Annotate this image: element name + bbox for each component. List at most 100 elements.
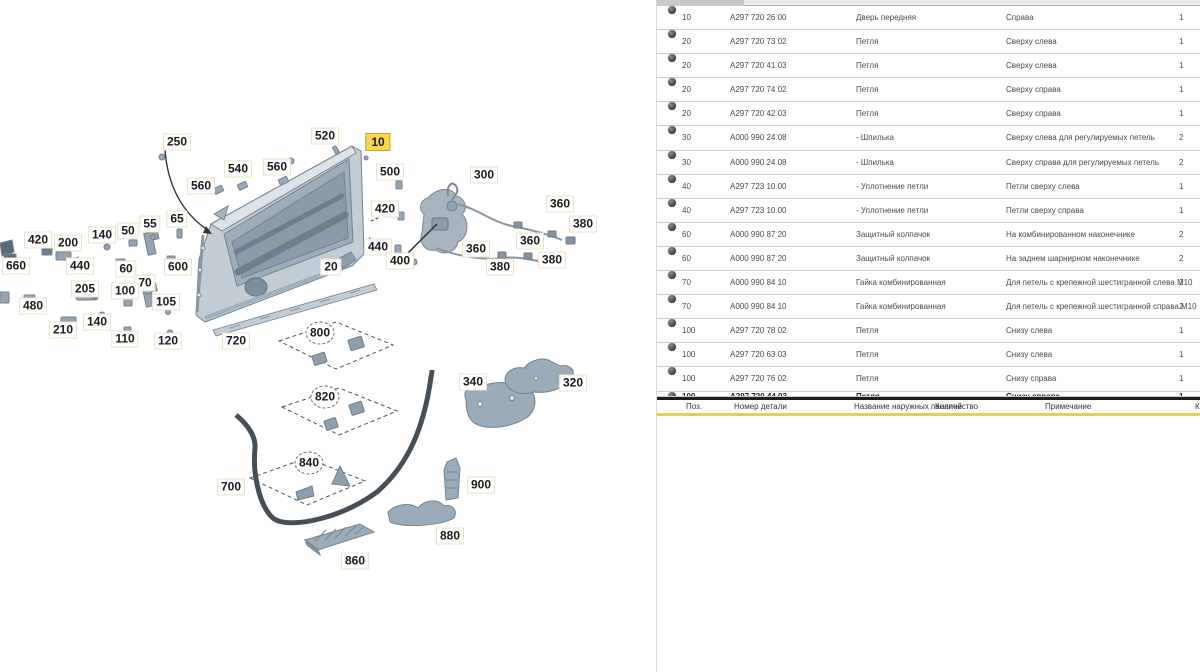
callout-205[interactable]: 205 bbox=[71, 281, 99, 298]
callout-380[interactable]: 380 bbox=[486, 259, 514, 276]
parts-list-panel: 10A297 720 26 00Дверь передняяСправа120A… bbox=[656, 0, 1200, 672]
column-header: Номер детали bbox=[734, 402, 787, 411]
callout-105[interactable]: 105 bbox=[152, 294, 180, 311]
callout-360[interactable]: 360 bbox=[462, 241, 490, 258]
table-row[interactable]: 20A297 720 74 02ПетляСверху справа1 bbox=[657, 78, 1200, 102]
callout-360[interactable]: 360 bbox=[516, 233, 544, 250]
part-quantity: 1 bbox=[1179, 6, 1183, 30]
callout-100[interactable]: 100 bbox=[111, 283, 139, 300]
position-marker-icon[interactable] bbox=[668, 78, 676, 86]
position-marker-icon[interactable] bbox=[668, 126, 676, 134]
row-position: 30 bbox=[682, 126, 691, 150]
callout-50[interactable]: 50 bbox=[117, 223, 138, 240]
callout-840[interactable]: 840 bbox=[295, 452, 324, 475]
callout-660[interactable]: 660 bbox=[2, 258, 30, 275]
callout-440[interactable]: 440 bbox=[66, 258, 94, 275]
position-marker-icon[interactable] bbox=[668, 199, 676, 207]
callout-300[interactable]: 300 bbox=[470, 167, 498, 184]
callout-55[interactable]: 55 bbox=[139, 216, 160, 233]
callout-520[interactable]: 520 bbox=[311, 128, 339, 145]
callout-65[interactable]: 65 bbox=[166, 211, 187, 228]
callout-210[interactable]: 210 bbox=[49, 322, 77, 339]
position-marker-icon[interactable] bbox=[668, 175, 676, 183]
callout-140[interactable]: 140 bbox=[83, 314, 111, 331]
callout-380[interactable]: 380 bbox=[569, 216, 597, 233]
callout-400[interactable]: 400 bbox=[386, 253, 414, 270]
position-marker-icon[interactable] bbox=[668, 30, 676, 38]
row-position: 100 bbox=[682, 343, 695, 367]
part-quantity: 1 bbox=[1179, 199, 1183, 223]
table-row[interactable]: 10A297 720 26 00Дверь передняяСправа1 bbox=[657, 6, 1200, 30]
callout-420[interactable]: 420 bbox=[24, 232, 52, 249]
callout-560[interactable]: 560 bbox=[263, 159, 291, 176]
table-row[interactable]: 30A000 990 24 08- ШпилькаСверху слева дл… bbox=[657, 126, 1200, 150]
position-marker-icon[interactable] bbox=[668, 343, 676, 351]
callout-480[interactable]: 480 bbox=[19, 298, 47, 315]
callout-340[interactable]: 340 bbox=[459, 374, 487, 391]
part-number: A297 723 10 00 bbox=[730, 199, 787, 223]
row-position: 100 bbox=[682, 392, 695, 397]
callout-880[interactable]: 880 bbox=[436, 528, 464, 545]
position-marker-icon[interactable] bbox=[668, 319, 676, 327]
callout-380[interactable]: 380 bbox=[538, 252, 566, 269]
callout-600[interactable]: 600 bbox=[164, 259, 192, 276]
callout-540[interactable]: 540 bbox=[224, 161, 252, 178]
callout-360[interactable]: 360 bbox=[546, 196, 574, 213]
callout-140[interactable]: 140 bbox=[88, 227, 116, 244]
table-row[interactable]: 100A297 720 78 02ПетляСнизу слева1 bbox=[657, 319, 1200, 343]
table-row[interactable]: 40A297 723 10 00- Уплотнение петлиПетли … bbox=[657, 199, 1200, 223]
position-marker-icon[interactable] bbox=[668, 367, 676, 375]
part-name: - Уплотнение петли bbox=[856, 175, 928, 199]
row-position: 10 bbox=[682, 6, 691, 30]
parts-table-body: 10A297 720 26 00Дверь передняяСправа120A… bbox=[657, 6, 1200, 397]
callout-820[interactable]: 820 bbox=[311, 386, 340, 409]
callout-200[interactable]: 200 bbox=[54, 235, 82, 252]
callout-720[interactable]: 720 bbox=[222, 333, 250, 350]
position-marker-icon[interactable] bbox=[668, 102, 676, 110]
part-note: Снизу справа bbox=[1006, 392, 1060, 397]
table-row[interactable]: 40A297 723 10 00- Уплотнение петлиПетли … bbox=[657, 175, 1200, 199]
callout-250[interactable]: 250 bbox=[163, 134, 191, 151]
position-marker-icon[interactable] bbox=[668, 223, 676, 231]
part-name: - Шпилька bbox=[856, 126, 894, 150]
callout-120[interactable]: 120 bbox=[154, 333, 182, 350]
callout-500[interactable]: 500 bbox=[376, 164, 404, 181]
part-name: Защитный колпачок bbox=[856, 223, 930, 247]
callout-800[interactable]: 800 bbox=[306, 322, 335, 345]
position-marker-icon[interactable] bbox=[668, 6, 676, 14]
callout-700[interactable]: 700 bbox=[217, 479, 245, 496]
part-note: Сверху слева bbox=[1006, 54, 1057, 78]
callout-420[interactable]: 420 bbox=[371, 201, 399, 218]
table-row[interactable]: 70A000 990 84 10Гайка комбинированнаяДля… bbox=[657, 271, 1200, 295]
table-row[interactable]: 100A297 720 44 03ПетляСнизу справа1 bbox=[657, 392, 1200, 397]
position-marker-icon[interactable] bbox=[668, 151, 676, 159]
table-row[interactable]: 70A000 990 84 10Гайка комбинированнаяДля… bbox=[657, 295, 1200, 319]
row-position: 20 bbox=[682, 78, 691, 102]
table-row[interactable]: 20A297 720 41 03ПетляСверху слева1 bbox=[657, 54, 1200, 78]
callout-560[interactable]: 560 bbox=[187, 178, 215, 195]
section-accent-bar bbox=[657, 413, 1200, 416]
table-row[interactable]: 20A297 720 73 02ПетляСверху слева1 bbox=[657, 30, 1200, 54]
position-marker-icon[interactable] bbox=[668, 295, 676, 303]
callout-20[interactable]: 20 bbox=[320, 259, 341, 276]
table-row[interactable]: 20A297 720 42 03ПетляСверху справа1 bbox=[657, 102, 1200, 126]
part-name: Петля bbox=[856, 367, 878, 391]
callout-10[interactable]: 10 bbox=[365, 133, 390, 151]
table-row[interactable]: 60A000 990 87 20Защитный колпачокНа задн… bbox=[657, 247, 1200, 271]
position-marker-icon[interactable] bbox=[668, 271, 676, 279]
part-number: A297 720 42 03 bbox=[730, 102, 787, 126]
table-row[interactable]: 100A297 720 63 03ПетляСнизу слева1 bbox=[657, 343, 1200, 367]
callout-320[interactable]: 320 bbox=[559, 375, 587, 392]
part-name: Гайка комбинированная bbox=[856, 295, 946, 319]
callout-110[interactable]: 110 bbox=[111, 331, 138, 348]
callout-860[interactable]: 860 bbox=[341, 553, 369, 570]
position-marker-icon[interactable] bbox=[668, 247, 676, 255]
part-number: A000 990 84 10 bbox=[730, 271, 787, 295]
table-row[interactable]: 100A297 720 76 02ПетляСнизу справа1 bbox=[657, 367, 1200, 391]
table-row[interactable]: 30A000 990 24 08- ШпилькаСверху справа д… bbox=[657, 151, 1200, 175]
table-row[interactable]: 60A000 990 87 20Защитный колпачокНа комб… bbox=[657, 223, 1200, 247]
callout-900[interactable]: 900 bbox=[467, 477, 495, 494]
position-marker-icon[interactable] bbox=[668, 392, 676, 397]
position-marker-icon[interactable] bbox=[668, 54, 676, 62]
part-number: A297 720 26 00 bbox=[730, 6, 787, 30]
